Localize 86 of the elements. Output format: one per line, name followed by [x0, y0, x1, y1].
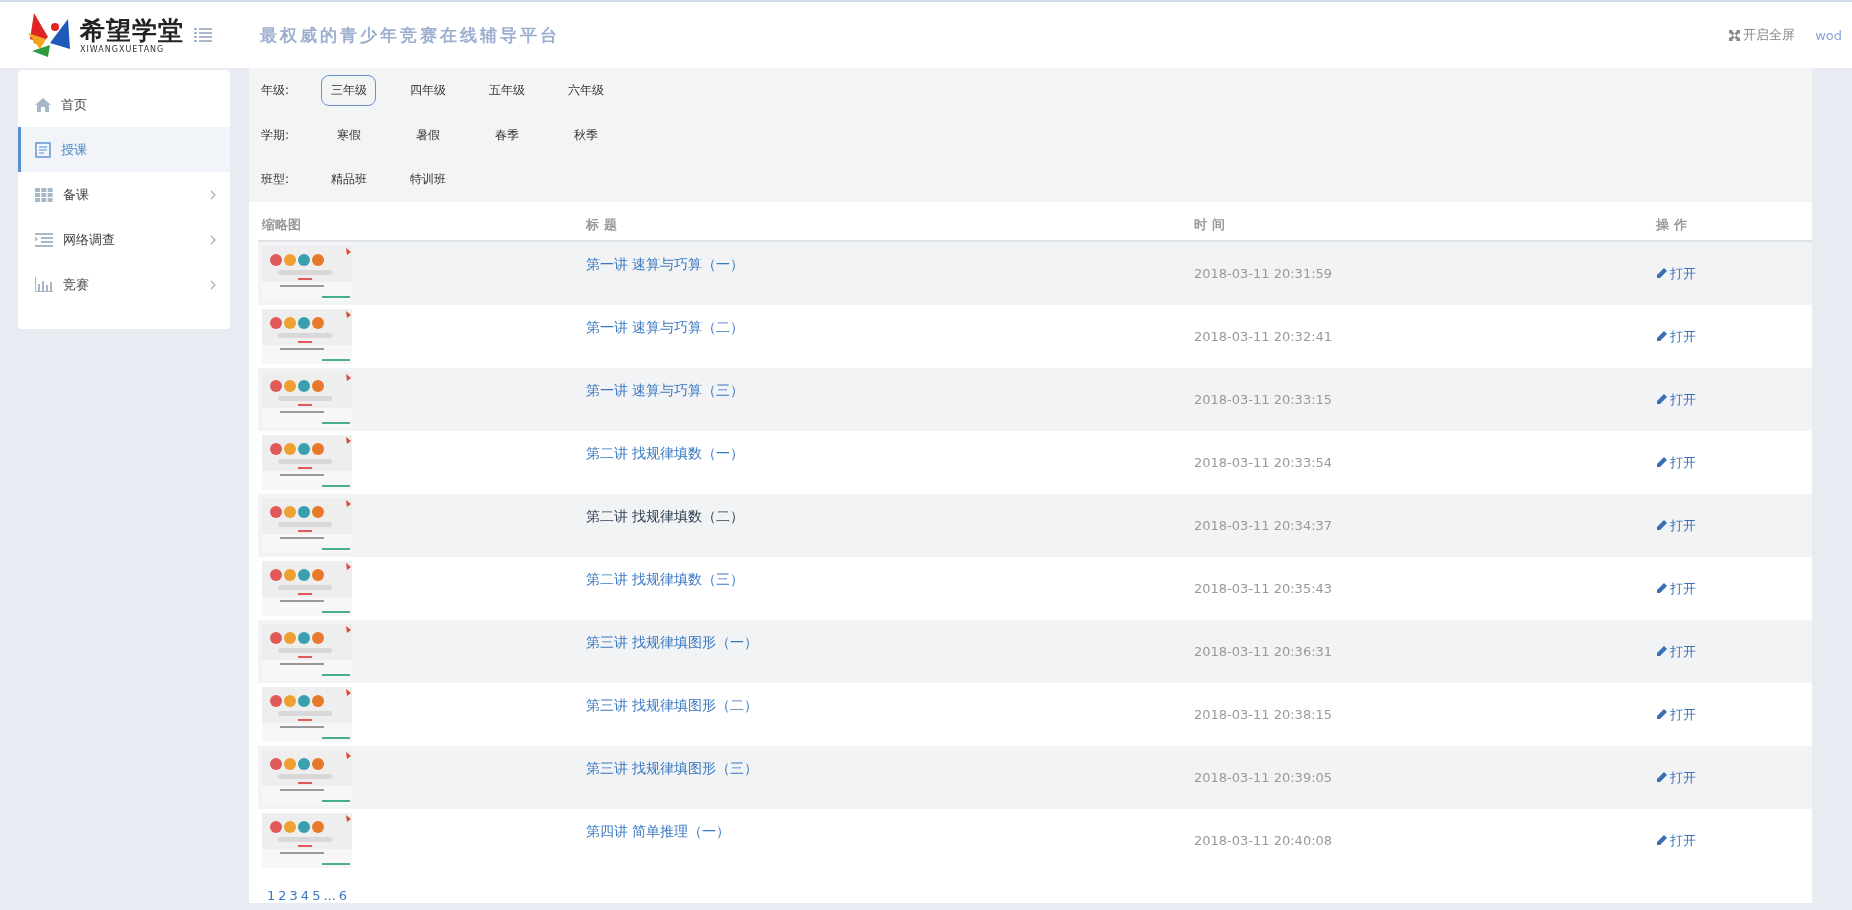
sidebar-item[interactable]: 网络调查 — [18, 217, 230, 262]
open-link[interactable]: 打开 — [1656, 516, 1812, 535]
lesson-title-link[interactable]: 第一讲 速算与巧算（一） — [586, 256, 1194, 274]
pencil-icon — [1656, 835, 1667, 846]
pencil-icon — [1656, 646, 1667, 657]
time-cell-text: 2018-03-11 20:35:43 — [1194, 581, 1334, 596]
sidebar-label: 首页 — [61, 95, 87, 114]
open-link[interactable]: 打开 — [1656, 327, 1812, 346]
page-link[interactable]: 6 — [338, 888, 348, 903]
time-cell-text: 2018-03-11 20:34:37 — [1194, 518, 1334, 533]
slogan: 最权威的青少年竞赛在线辅导平台 — [260, 23, 560, 47]
column-header: 缩略图 — [262, 216, 302, 234]
lesson-title-link[interactable]: 第四讲 简单推理（一） — [586, 823, 1194, 841]
pencil-icon — [1656, 709, 1667, 720]
filter-option[interactable]: 特训班 — [400, 164, 455, 196]
time-cell-text: 2018-03-11 20:39:05 — [1194, 770, 1334, 785]
lesson-title-link[interactable]: 第一讲 速算与巧算（三） — [586, 382, 1194, 400]
open-link[interactable]: 打开 — [1656, 264, 1812, 283]
time-cell-text: 2018-03-11 20:40:08 — [1194, 833, 1334, 848]
filter-option[interactable]: 暑假 — [400, 119, 455, 151]
open-link[interactable]: 打开 — [1656, 453, 1812, 472]
home-icon — [35, 97, 51, 112]
list-icon — [35, 232, 53, 247]
time-cell-text: 2018-03-11 20:33:54 — [1194, 455, 1334, 470]
page-link[interactable]: 3 — [289, 888, 298, 903]
lesson-title-link[interactable]: 第二讲 找规律填数（三） — [586, 571, 1194, 589]
pencil-icon — [1656, 583, 1667, 594]
filter-option[interactable]: 寒假 — [321, 119, 376, 151]
lesson-title-link[interactable]: 第三讲 找规律填图形（二） — [586, 697, 1194, 715]
sidebar-item[interactable]: 备课 — [18, 172, 230, 217]
filter-option[interactable]: 五年级 — [479, 74, 534, 106]
brand-name: 希望学堂 — [80, 16, 184, 45]
page-link[interactable]: ... — [323, 888, 336, 903]
board-icon — [35, 141, 51, 158]
filter-option[interactable]: 精品班 — [321, 164, 376, 196]
brand-subtitle: XIWANGXUETANG — [80, 44, 166, 54]
filter-option[interactable]: 秋季 — [558, 119, 613, 151]
lesson-title-link[interactable]: 第二讲 找规律填数（一） — [586, 445, 1194, 463]
time-cell-text: 2018-03-11 20:32:41 — [1194, 329, 1334, 344]
sidebar-item[interactable]: 竞赛 — [18, 262, 230, 307]
filter-label: 年级: — [261, 81, 291, 99]
page-link[interactable]: 4 — [300, 888, 310, 903]
filter-option[interactable]: 六年级 — [558, 74, 613, 106]
open-link[interactable]: 打开 — [1656, 390, 1812, 409]
lesson-title-link[interactable]: 第二讲 找规律填数（二） — [586, 508, 1194, 526]
lesson-title-link[interactable]: 第一讲 速算与巧算（二） — [586, 319, 1194, 337]
sidebar-item[interactable]: 首页 — [18, 82, 230, 127]
filter-label: 班型: — [261, 171, 291, 189]
sidebar-label: 竞赛 — [63, 275, 89, 294]
page-link[interactable]: 5 — [312, 888, 321, 903]
expand-icon — [1729, 29, 1741, 41]
filter-label: 学期: — [261, 126, 291, 144]
open-link[interactable]: 打开 — [1656, 768, 1812, 787]
filter-option[interactable]: 春季 — [479, 119, 534, 151]
menu-icon[interactable] — [194, 28, 212, 42]
fullscreen-button[interactable]: 开启全屏 — [1729, 26, 1796, 44]
bar-chart-icon — [35, 277, 53, 292]
time-cell-text: 2018-03-11 20:38:15 — [1194, 707, 1334, 722]
pencil-icon — [1656, 520, 1667, 531]
time-cell-text: 2018-03-11 20:31:59 — [1194, 266, 1334, 281]
pencil-icon — [1656, 457, 1667, 468]
user-name[interactable]: wod — [1815, 27, 1842, 43]
sidebar-label: 授课 — [61, 140, 87, 159]
pencil-icon — [1656, 394, 1667, 405]
open-link[interactable]: 打开 — [1656, 642, 1812, 661]
pencil-icon — [1656, 772, 1667, 783]
lesson-title-link[interactable]: 第三讲 找规律填图形（一） — [586, 634, 1194, 652]
lesson-title-link[interactable]: 第三讲 找规律填图形（三） — [586, 760, 1194, 778]
pencil-icon — [1656, 268, 1667, 279]
sidebar-label: 备课 — [63, 185, 89, 204]
filter-option[interactable]: 四年级 — [400, 74, 455, 106]
page-link[interactable]: 2 — [278, 888, 287, 903]
column-header: 标 题 — [586, 216, 618, 234]
open-link[interactable]: 打开 — [1656, 705, 1812, 724]
grid-icon — [35, 187, 53, 202]
column-header: 操 作 — [1656, 216, 1688, 234]
time-cell-text: 2018-03-11 20:33:15 — [1194, 392, 1334, 407]
filter-option[interactable]: 三年级 — [321, 74, 376, 106]
open-link[interactable]: 打开 — [1656, 831, 1812, 850]
pencil-icon — [1656, 331, 1667, 342]
column-header: 时 间 — [1194, 216, 1226, 234]
time-cell-text: 2018-03-11 20:36:31 — [1194, 644, 1334, 659]
open-link[interactable]: 打开 — [1656, 579, 1812, 598]
page-link[interactable]: 1 — [267, 888, 276, 903]
sidebar-label: 网络调查 — [63, 230, 115, 249]
sidebar-item[interactable]: 授课 — [18, 127, 230, 172]
